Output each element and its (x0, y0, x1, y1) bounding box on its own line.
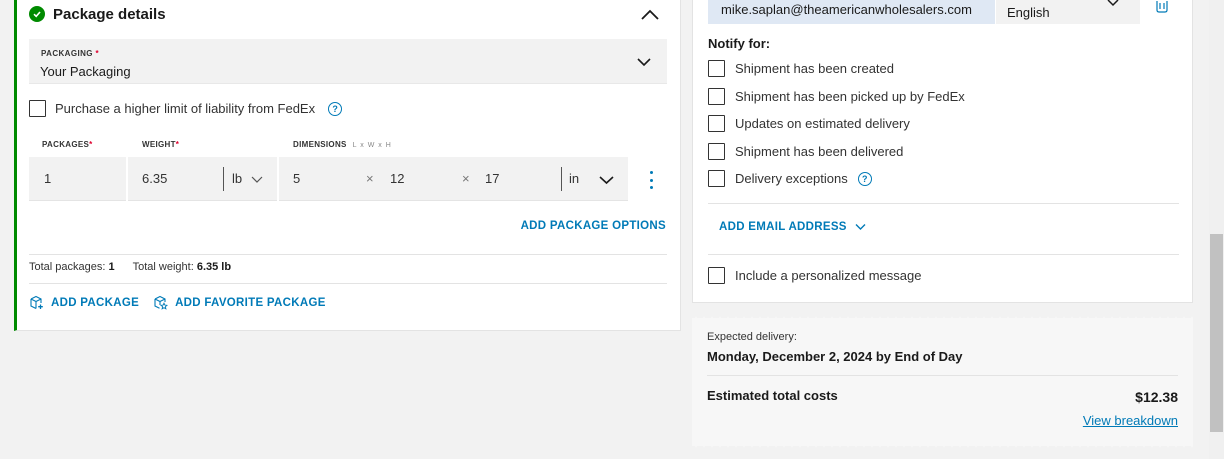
divider (707, 375, 1178, 376)
add-package-options-link[interactable]: ADD PACKAGE OPTIONS (521, 220, 666, 232)
weight-value: 6.35 (142, 171, 168, 186)
liability-row: Purchase a higher limit of liability fro… (29, 100, 343, 117)
language-value: English (1007, 5, 1050, 20)
help-icon[interactable]: ? (857, 171, 872, 186)
notify-option-label: Shipment has been created (735, 61, 894, 76)
width-value[interactable]: 12 (390, 171, 404, 186)
packaging-select[interactable]: PACKAGING * Your Packaging (29, 39, 667, 84)
packages-value: 1 (44, 171, 52, 186)
notify-option-label: Shipment has been picked up by FedEx (735, 89, 965, 104)
divider (708, 203, 1179, 204)
more-options-icon[interactable] (645, 171, 657, 189)
notify-checkbox[interactable] (708, 60, 725, 77)
chevron-down-icon (637, 58, 651, 67)
total-weight-label: Total weight: (132, 261, 194, 273)
add-email-address-button[interactable]: ADD EMAIL ADDRESS (719, 221, 866, 233)
notify-for-title: Notify for: (708, 36, 771, 51)
notify-option-picked-up[interactable]: Shipment has been picked up by FedEx (708, 88, 965, 105)
personal-message-label: Include a personalized message (735, 268, 922, 283)
liability-label: Purchase a higher limit of liability fro… (55, 101, 316, 116)
required-mark: * (175, 140, 180, 149)
weight-column-label: WEIGHT* (142, 140, 179, 149)
expected-delivery-date: Monday, December 2, 2024 by End of Day (707, 349, 963, 364)
dimensions-label: DIMENSIONS (293, 140, 347, 149)
required-mark: * (89, 140, 93, 149)
packages-input[interactable]: 1 (29, 157, 126, 201)
weight-unit-select[interactable]: lb (232, 171, 242, 186)
check-circle-icon (29, 6, 45, 22)
notify-checkbox[interactable] (708, 88, 725, 105)
chevron-down-icon (1107, 0, 1119, 7)
notify-option-label: Updates on estimated delivery (735, 116, 910, 131)
package-details-header[interactable]: Package details (29, 1, 166, 27)
favorite-box-icon (154, 295, 169, 310)
divider (29, 254, 667, 255)
height-value[interactable]: 17 (485, 171, 499, 186)
notifications-panel: mike.saplan@theamericanwholesalers.com E… (692, 0, 1193, 303)
package-details-panel: Package details PACKAGING * Your Packagi… (14, 0, 681, 331)
total-packages-value: 1 (108, 261, 115, 273)
weight-label: WEIGHT (142, 140, 176, 149)
personal-message-option[interactable]: Include a personalized message (708, 267, 921, 284)
times-glyph: × (366, 171, 374, 186)
notify-checkbox[interactable] (708, 115, 725, 132)
dimension-unit-select[interactable]: in (569, 171, 579, 186)
totals-row: Total packages: 1 Total weight: 6.35 lb (29, 261, 231, 273)
times-glyph: × (462, 171, 470, 186)
notify-option-exceptions[interactable]: Delivery exceptions ? (708, 170, 872, 187)
view-breakdown-link[interactable]: View breakdown (1083, 413, 1178, 428)
notify-checkbox[interactable] (708, 143, 725, 160)
expected-delivery-label: Expected delivery: (707, 331, 797, 343)
required-mark: * (95, 49, 100, 58)
estimated-total-label: Estimated total costs (707, 388, 838, 403)
zigzag-edge (692, 442, 1193, 448)
total-weight-value: 6.35 lb (196, 261, 232, 273)
add-favorite-package-button[interactable]: ADD FAVORITE PACKAGE (153, 295, 326, 310)
divider (708, 254, 1179, 255)
language-select[interactable]: English (996, 0, 1140, 24)
zigzag-edge (692, 316, 1193, 322)
help-icon[interactable]: ? (328, 101, 343, 116)
package-details-title: Package details (53, 5, 166, 23)
dimensions-input[interactable]: 5 × 12 × 17 in (279, 157, 628, 201)
add-email-label: ADD EMAIL ADDRESS (719, 221, 847, 233)
chevron-down-icon (251, 176, 263, 183)
add-package-button[interactable]: ADD PACKAGE (29, 295, 139, 310)
notify-option-created[interactable]: Shipment has been created (708, 60, 894, 77)
notify-checkbox[interactable] (708, 170, 725, 187)
trash-icon[interactable] (1155, 0, 1169, 13)
dimensions-hint: L x W x H (352, 142, 392, 149)
divider (561, 167, 562, 191)
packages-column-label: PACKAGES* (42, 140, 93, 149)
divider (29, 283, 667, 284)
delivery-summary-card: Expected delivery: Monday, December 2, 2… (692, 316, 1193, 448)
scrollbar-thumb[interactable] (1210, 234, 1223, 432)
notify-option-label: Delivery exceptions (735, 171, 848, 186)
total-packages-label: Total packages: (29, 261, 106, 273)
notify-option-estimated-delivery[interactable]: Updates on estimated delivery (708, 115, 910, 132)
chevron-down-icon (599, 176, 614, 185)
packaging-value: Your Packaging (40, 64, 131, 79)
weight-input[interactable]: 6.35 lb (128, 157, 277, 201)
dimensions-column-label: DIMENSIONS L x W x H (293, 140, 392, 149)
estimated-total-value: $12.38 (1135, 389, 1178, 405)
length-value[interactable]: 5 (293, 171, 300, 186)
packages-label: PACKAGES (42, 140, 90, 149)
divider (223, 167, 224, 191)
chevron-up-icon[interactable] (638, 3, 662, 27)
notify-option-label: Shipment has been delivered (735, 144, 904, 159)
add-package-label: ADD PACKAGE (51, 296, 140, 309)
personal-message-checkbox[interactable] (708, 267, 725, 284)
add-box-icon (30, 295, 43, 309)
notify-option-delivered[interactable]: Shipment has been delivered (708, 143, 903, 160)
add-package-actions: ADD PACKAGE ADD FAVORITE PACKAGE (29, 295, 326, 310)
email-field[interactable]: mike.saplan@theamericanwholesalers.com (708, 0, 995, 24)
packaging-label: PACKAGING (41, 49, 93, 58)
chevron-down-icon (855, 224, 866, 230)
liability-checkbox[interactable] (29, 100, 46, 117)
add-favorite-package-label: ADD FAVORITE PACKAGE (175, 296, 326, 309)
